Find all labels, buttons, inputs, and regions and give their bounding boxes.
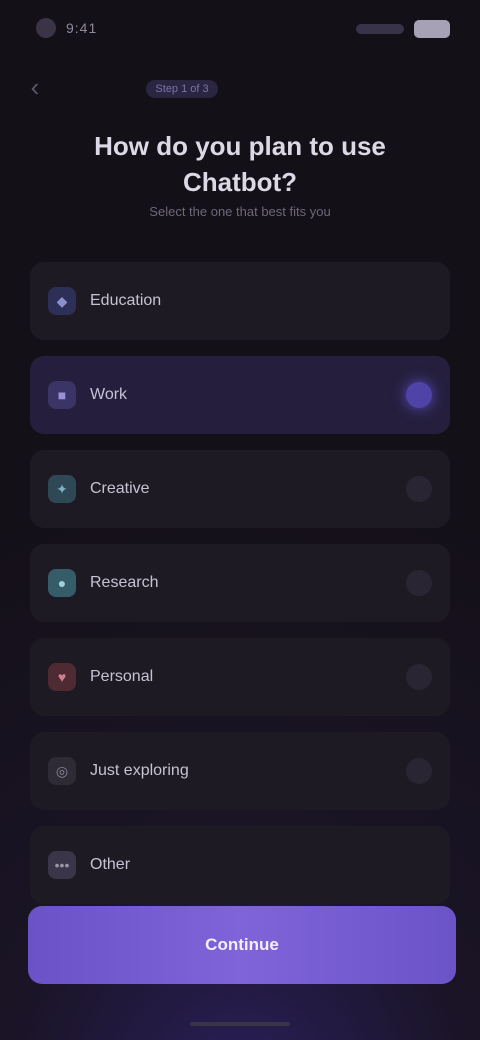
more-icon: ••• xyxy=(48,851,76,879)
option-creative[interactable]: ✦ Creative xyxy=(30,450,450,528)
status-time: 9:41 xyxy=(66,20,98,36)
radio[interactable] xyxy=(406,570,432,596)
search-icon: ● xyxy=(48,569,76,597)
option-personal[interactable]: ♥ Personal xyxy=(30,638,450,716)
option-label: Work xyxy=(90,386,128,403)
options-list: ◆ Education ■ Work ✦ Creative ● Research… xyxy=(30,262,450,920)
wifi-icon xyxy=(356,24,404,34)
page-title: How do you plan to use Chatbot? xyxy=(94,131,386,197)
option-work[interactable]: ■ Work xyxy=(30,356,450,434)
option-label: Research xyxy=(90,574,159,591)
option-label: Personal xyxy=(90,668,154,685)
briefcase-icon: ■ xyxy=(48,381,76,409)
radio[interactable] xyxy=(406,758,432,784)
heart-icon: ♥ xyxy=(48,663,76,691)
option-label: Just exploring xyxy=(90,762,189,779)
graduation-icon: ◆ xyxy=(48,287,76,315)
option-other[interactable]: ••• Other xyxy=(30,826,450,904)
page-subtitle: Select the one that best fits you xyxy=(149,204,331,219)
step-badge: Step 1 of 3 xyxy=(146,80,218,98)
option-just-exploring[interactable]: ◎ Just exploring xyxy=(30,732,450,810)
sparkles-icon: ✦ xyxy=(48,475,76,503)
option-label: Other xyxy=(90,856,131,873)
status-bar: 9:41 xyxy=(0,0,480,56)
option-label: Creative xyxy=(90,480,150,497)
back-chevron-icon[interactable]: ‹ xyxy=(18,70,52,104)
radio[interactable] xyxy=(406,664,432,690)
radio[interactable] xyxy=(406,476,432,502)
continue-button[interactable]: Continue xyxy=(28,906,456,984)
battery-icon xyxy=(414,20,450,38)
option-education[interactable]: ◆ Education xyxy=(30,262,450,340)
option-research[interactable]: ● Research xyxy=(30,544,450,622)
home-indicator xyxy=(190,1022,290,1026)
selected-radio[interactable] xyxy=(406,382,432,408)
signal-icon xyxy=(36,18,56,38)
option-label: Education xyxy=(90,292,162,309)
compass-icon: ◎ xyxy=(48,757,76,785)
